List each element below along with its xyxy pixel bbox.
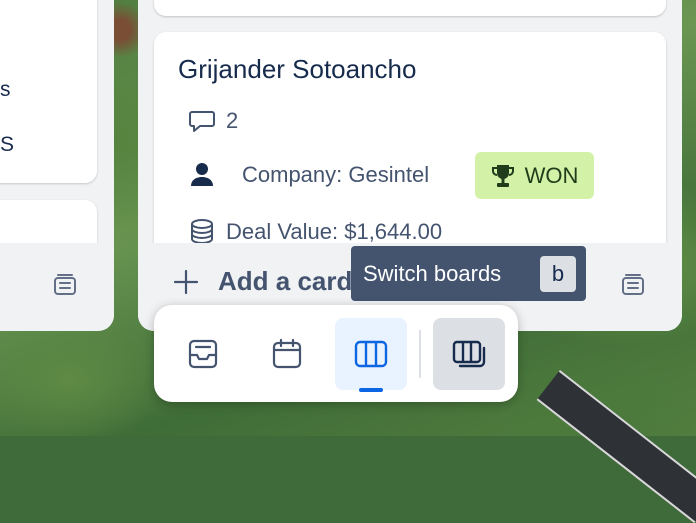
switch-boards-tooltip: Switch boards b	[351, 246, 586, 301]
calendar-icon	[272, 338, 302, 369]
plus-icon	[173, 269, 199, 294]
deal-value: Deal Value: $1,644.00	[226, 219, 443, 244]
card-template-icon[interactable]	[52, 272, 78, 298]
add-card-label: Add a card	[218, 266, 353, 296]
add-card-button[interactable]: Add a card	[172, 266, 352, 297]
trophy-icon	[491, 164, 514, 187]
left-list-footer	[0, 243, 114, 331]
won-label: WON	[524, 162, 579, 188]
view-switcher-bar	[154, 305, 518, 402]
switch-boards-button[interactable]	[433, 318, 505, 390]
comment-icon	[189, 111, 215, 132]
switcher-divider	[419, 330, 421, 378]
switch-boards-icon	[452, 340, 486, 368]
board-button[interactable]	[335, 318, 407, 392]
keyboard-shortcut: b	[540, 256, 576, 292]
tooltip-label: Switch boards	[363, 260, 502, 286]
company-label: Company: Gesintel	[242, 162, 430, 187]
left-card-text-1: s	[0, 78, 11, 101]
planner-button[interactable]	[251, 318, 323, 390]
list-card-previous[interactable]	[154, 0, 666, 16]
coins-icon	[191, 219, 213, 245]
person-icon	[191, 163, 213, 186]
inbox-icon	[188, 339, 218, 369]
won-status-badge: WON	[475, 152, 594, 199]
deal-card[interactable]: Grijander Sotoancho 2 Company: Gesintel …	[154, 32, 666, 272]
deal-value-row: Deal Value: $1,644.00	[188, 218, 442, 246]
card-template-icon[interactable]	[620, 272, 646, 298]
board-icon	[354, 340, 388, 368]
inbox-button[interactable]	[167, 318, 239, 390]
company-row: Company: Gesintel	[190, 162, 429, 188]
card-title: Grijander Sotoancho	[178, 54, 417, 84]
comment-count: 2	[226, 108, 239, 133]
left-list-card[interactable]: s S	[0, 0, 97, 183]
comment-count-row: 2	[188, 108, 238, 134]
left-card-text-2: S	[0, 133, 15, 156]
